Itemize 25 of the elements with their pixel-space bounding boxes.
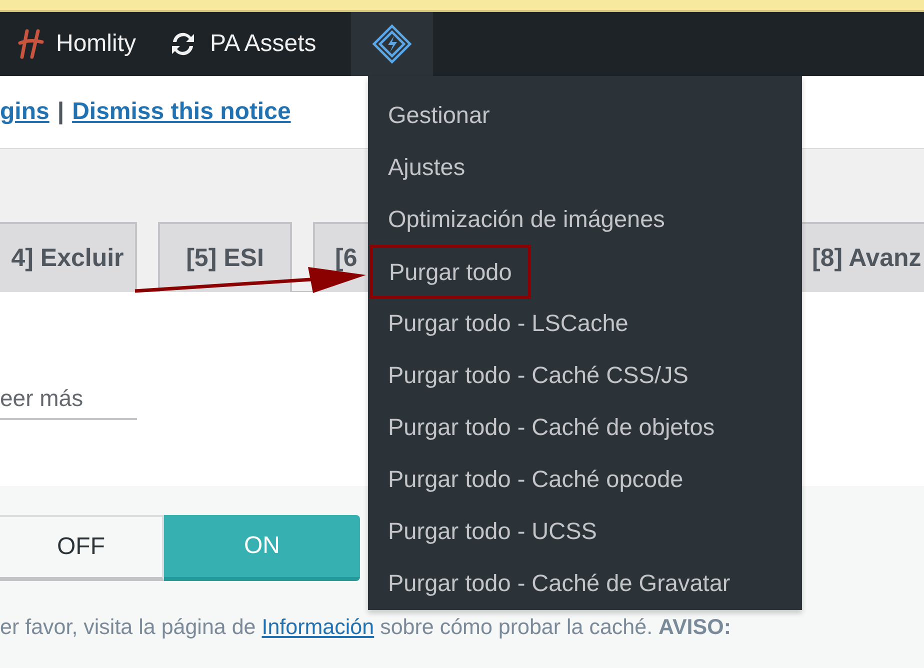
- menu-item[interactable]: Purgar todo: [368, 245, 802, 297]
- menu-item[interactable]: Purgar todo - LSCache: [368, 297, 802, 349]
- tab[interactable]: [5] ESI: [158, 222, 292, 292]
- diamond-icon: [372, 24, 412, 64]
- info-paragraph: er favor, visita la página de Información sobre cómo probar la caché. AVISO:: [0, 615, 732, 640]
- input-field[interactable]: eer más: [0, 378, 137, 420]
- dismiss-link[interactable]: Dismiss this notice: [72, 98, 291, 126]
- menu-item[interactable]: Purgar todo - Caché de Gravatar: [368, 557, 802, 609]
- menu-item[interactable]: Purgar todo - UCSS: [368, 505, 802, 557]
- menu-item[interactable]: Gestionar: [368, 89, 802, 141]
- menu-item[interactable]: Ajustes: [368, 141, 802, 193]
- notice-link[interactable]: gins: [0, 98, 50, 126]
- menu-item[interactable]: Purgar todo - Caché opcode: [368, 453, 802, 505]
- menu-item[interactable]: Purgar todo - Caché de objetos: [368, 401, 802, 453]
- menu-item[interactable]: Purgar todo - Caché CSS/JS: [368, 349, 802, 401]
- separator-text: |: [57, 98, 64, 126]
- letter-logo-icon: [18, 29, 44, 59]
- toolbar-item[interactable]: Homlity: [18, 12, 154, 76]
- menu-item[interactable]: Optimización de imágenes: [368, 193, 802, 245]
- info-link[interactable]: Información: [262, 615, 374, 639]
- tab[interactable]: [8] Avanz: [800, 222, 924, 292]
- toolbar-item[interactable]: PA Assets: [168, 12, 334, 76]
- tab[interactable]: 4] Excluir: [0, 222, 137, 292]
- toggle-option[interactable]: OFF: [0, 515, 164, 581]
- toolbar-icon-tab[interactable]: [351, 12, 434, 76]
